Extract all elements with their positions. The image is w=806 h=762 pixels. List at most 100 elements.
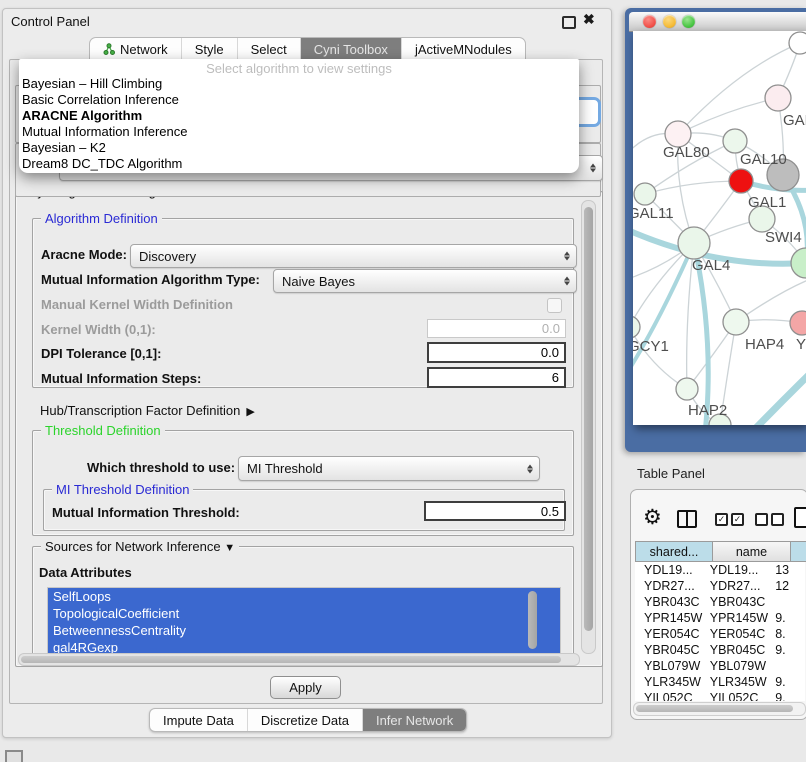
table-horizontal-scrollbar[interactable] (633, 702, 806, 716)
network-node-gal7[interactable] (765, 85, 791, 111)
float-window-icon[interactable] (562, 16, 576, 29)
network-canvas[interactable]: GAL7GAL80GAL10GAL1GAL11SWI4GAL4GCY1HAP4Y… (633, 31, 806, 425)
table-body: YDL19...YDL19...13YDR27...YDR27...12YBR0… (635, 562, 805, 701)
bottom-left-partial-icon[interactable] (5, 750, 23, 762)
table-cell: YBR043C (703, 594, 770, 610)
table-row[interactable]: YDR27...YDR27...12 (635, 578, 805, 594)
tab-infer-network[interactable]: Infer Network (362, 709, 466, 731)
network-node-gcy1[interactable] (633, 316, 640, 338)
network-node-gal10[interactable] (723, 129, 747, 153)
dpi-tolerance-field[interactable] (427, 342, 566, 363)
tab-cyni-toolbox[interactable]: Cyni Toolbox (300, 38, 401, 60)
aracne-mode-combobox[interactable]: Discovery (130, 244, 577, 268)
table-header: shared... name (635, 541, 806, 562)
table-row[interactable]: YIL052CYIL052C9. (635, 690, 805, 701)
table-cell: YPR145W (635, 610, 703, 626)
scrollbar-thumb[interactable] (21, 656, 561, 663)
tab-impute-data[interactable]: Impute Data (150, 709, 247, 731)
apply-button[interactable]: Apply (270, 676, 341, 699)
close-traffic-light[interactable] (643, 15, 656, 28)
network-node-y[interactable] (790, 311, 806, 335)
tab-select[interactable]: Select (237, 38, 300, 60)
which-threshold-value: MI Threshold (247, 461, 323, 476)
network-node-hap2[interactable] (676, 378, 698, 400)
document-icon[interactable] (794, 507, 806, 528)
column-header-name[interactable]: name (713, 541, 791, 562)
tab-discretize-data[interactable]: Discretize Data (247, 709, 362, 731)
table-cell: 9. (770, 690, 805, 701)
manual-kernel-checkbox[interactable] (547, 298, 562, 313)
scrollbar-thumb[interactable] (636, 705, 793, 712)
table-row[interactable]: YBR045CYBR045C9. (635, 642, 805, 658)
table-row[interactable]: YBL079WYBL079W (635, 658, 805, 674)
column-header-shared-name[interactable]: shared... (635, 541, 713, 562)
scrollbar-thumb[interactable] (584, 207, 593, 631)
network-node-label: GAL11 (633, 205, 674, 222)
mi-type-combobox[interactable]: Naive Bayes (273, 269, 577, 293)
algorithm-popup-item[interactable]: Mutual Information Inference (19, 124, 579, 140)
table-cell: YDL19... (703, 562, 770, 578)
attributes-list-scrollbar[interactable] (527, 589, 539, 655)
tab-network[interactable]: Network (90, 38, 181, 60)
gear-icon[interactable]: ⚙ (643, 507, 662, 529)
algorithm-popup-item[interactable]: ARACNE Algorithm (19, 108, 579, 124)
data-attribute-item[interactable]: BetweennessCentrality (48, 622, 560, 639)
hub-definition-label: Hub/Transcription Factor Definition (40, 403, 240, 418)
algorithm-popup-item[interactable]: Basic Correlation Inference (19, 92, 579, 108)
settings-horizontal-scrollbar[interactable] (18, 653, 580, 666)
network-node-hap4[interactable] (723, 309, 749, 335)
apply-button-label: Apply (289, 680, 322, 695)
minimize-traffic-light[interactable] (663, 15, 676, 28)
table-row[interactable]: YER054CYER054C8. (635, 626, 805, 642)
table-cell: YBR045C (703, 642, 770, 658)
table-cell: 8. (770, 626, 805, 642)
hub-definition-expander[interactable]: Hub/Transcription Factor Definition ▶ (40, 403, 255, 418)
table-row[interactable]: YDL19...YDL19...13 (635, 562, 805, 578)
table-row[interactable]: YBR043CYBR043C (635, 594, 805, 610)
sources-group: Sources for Network Inference ▼ Data Att… (32, 546, 574, 659)
network-node-gal4[interactable] (678, 227, 710, 259)
table-row[interactable]: YLR345WYLR345W9. (635, 674, 805, 690)
network-node[interactable] (789, 32, 806, 54)
select-all-checkbox-icon[interactable]: ✓ (715, 513, 728, 526)
table-row[interactable]: YPR145WYPR145W9. (635, 610, 805, 626)
network-edge (678, 98, 778, 134)
deselect-all-checkbox-icon[interactable] (771, 513, 784, 526)
mi-threshold-group-title: MI Threshold Definition (52, 482, 193, 497)
network-node[interactable] (791, 248, 806, 278)
kernel-width-field[interactable] (427, 319, 566, 338)
network-tab-icon (103, 43, 115, 55)
mi-type-label: Mutual Information Algorithm Type: (41, 272, 260, 288)
tab-style[interactable]: Style (181, 38, 237, 60)
tab-jactivemnodules[interactable]: jActiveMNodules (401, 38, 525, 60)
algorithm-popup-item[interactable]: Dream8 DC_TDC Algorithm (19, 156, 579, 172)
algorithm-popup-item[interactable]: Bayesian – K2 (19, 140, 579, 156)
mi-steps-field[interactable] (427, 367, 566, 388)
zoom-traffic-light[interactable] (682, 15, 695, 28)
network-svg: GAL7GAL80GAL10GAL1GAL11SWI4GAL4GCY1HAP4Y… (633, 31, 806, 425)
table-cell: YPR145W (703, 610, 770, 626)
table-cell: YLR345W (635, 674, 703, 690)
scrollbar-thumb[interactable] (528, 591, 537, 649)
deselect-all-checkbox-icon[interactable] (755, 513, 768, 526)
close-icon[interactable]: ✖ (583, 11, 595, 28)
which-threshold-combobox[interactable]: MI Threshold (238, 456, 540, 481)
split-columns-icon[interactable] (677, 510, 697, 528)
mi-threshold-field[interactable] (424, 501, 566, 521)
mi-type-value: Naive Bayes (282, 274, 355, 289)
algorithm-popup-item[interactable]: Bayesian – Hill Climbing (19, 76, 579, 92)
network-node-gal11[interactable] (634, 183, 656, 205)
data-attribute-item[interactable]: TopologicalCoefficient (48, 605, 560, 622)
mi-steps-label: Mutual Information Steps: (41, 371, 201, 387)
settings-vertical-scrollbar[interactable] (581, 200, 596, 654)
sources-group-title[interactable]: Sources for Network Inference ▼ (41, 539, 239, 556)
expand-right-icon: ▶ (246, 406, 254, 418)
network-node-gal1[interactable] (729, 169, 753, 193)
select-all-checkbox-icon[interactable]: ✓ (731, 513, 744, 526)
data-attribute-item[interactable]: SelfLoops (48, 588, 560, 605)
column-header-partial[interactable] (791, 541, 806, 562)
control-panel-tabbar: Network Style Select Cyni Toolbox jActiv… (89, 37, 526, 60)
data-attributes-list: SelfLoopsTopologicalCoefficientBetweenne… (47, 587, 561, 659)
network-node-label: GAL1 (748, 194, 786, 211)
table-cell: 9. (770, 610, 805, 626)
